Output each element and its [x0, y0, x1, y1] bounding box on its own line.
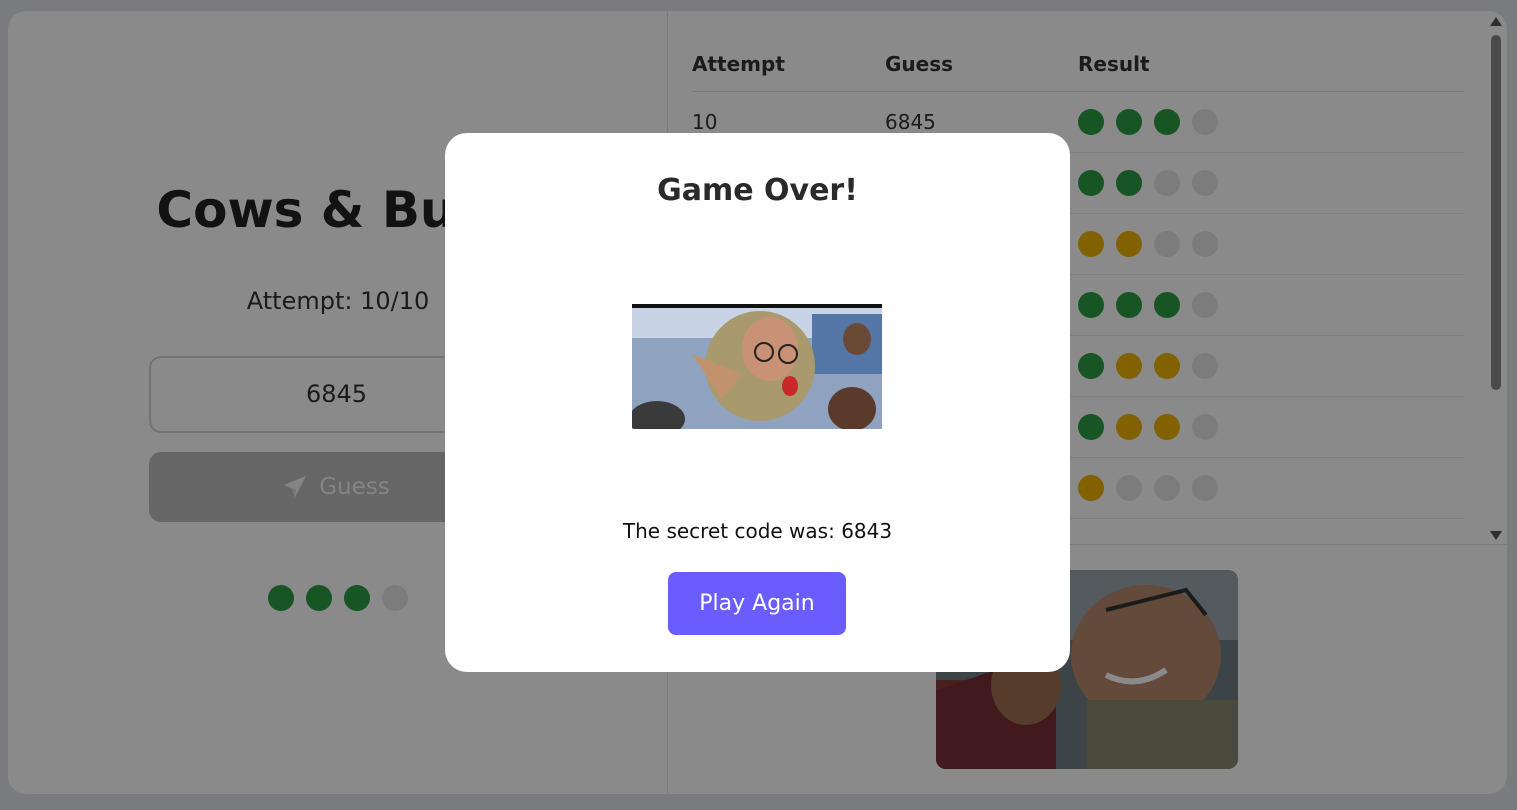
game-over-modal: Game Over! The secret code was: 6843 Pla…	[445, 133, 1070, 672]
play-again-button[interactable]: Play Again	[668, 572, 846, 635]
modal-title: Game Over!	[657, 173, 858, 208]
secret-code-text: The secret code was: 6843	[622, 519, 893, 543]
game-over-image	[632, 304, 882, 429]
